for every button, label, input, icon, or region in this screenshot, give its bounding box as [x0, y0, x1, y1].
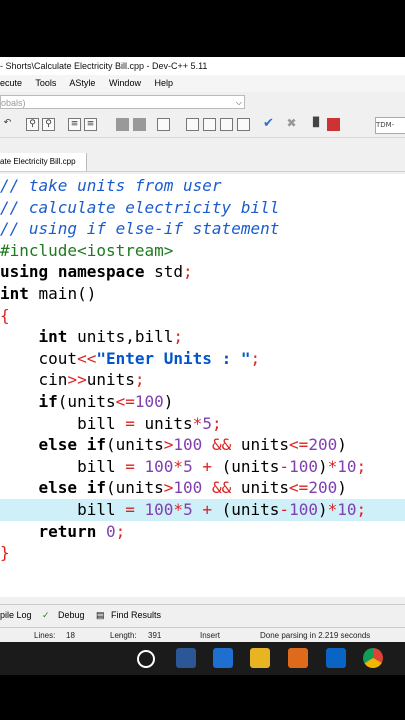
compiler-label: TDM-: [376, 121, 395, 129]
code-line: cin>>units;: [0, 370, 145, 390]
code-line: else if(units>100 && units<=200): [38, 435, 347, 455]
compiler-select[interactable]: TDM-: [375, 117, 405, 134]
code-line: bill = units*5;: [0, 413, 222, 433]
cortana-icon[interactable]: [137, 650, 155, 668]
toolbar: ↶ ⚲ ⚲ ≡ ≡ ✔ ✖ ▉ TDM-: [0, 113, 405, 138]
code-line: if(units<=100): [38, 392, 174, 411]
app-icon[interactable]: [288, 648, 308, 668]
code-line: // calculate electricity bill: [0, 197, 280, 217]
code-line: #include<iostream>: [0, 240, 174, 260]
code-editor[interactable]: // take units from user // calculate ele…: [0, 174, 405, 597]
windows-taskbar: [0, 642, 405, 675]
menu-tools[interactable]: Tools: [35, 78, 56, 88]
debug-check-icon: ✓: [42, 610, 50, 620]
tile-icon[interactable]: [203, 118, 216, 131]
code-line: // take units from user: [0, 176, 222, 195]
scope-combo-value: obals): [1, 98, 26, 108]
code-line: return 0;: [38, 521, 126, 541]
ide-window: - Shorts\Calculate Electricity Bill.cpp …: [0, 57, 405, 675]
indent-icon[interactable]: ≡: [68, 118, 81, 131]
menu-astyle[interactable]: AStyle: [69, 78, 95, 88]
grid-icon[interactable]: [220, 118, 233, 131]
code-line: }: [0, 543, 10, 563]
title-bar: - Shorts\Calculate Electricity Bill.cpp …: [0, 57, 405, 75]
editor-tab-bar: ate Electricity Bill.cpp: [0, 153, 405, 172]
check-icon[interactable]: ✔: [262, 117, 275, 131]
find-results-icon: ▤: [96, 610, 105, 620]
tab-calculate-electricity-bill[interactable]: ate Electricity Bill.cpp: [0, 153, 87, 171]
new-window-icon[interactable]: [186, 118, 199, 131]
code-line-highlighted: bill = 100*5 + (units-100)*10;: [0, 499, 405, 521]
back-icon[interactable]: [116, 118, 129, 131]
compile-log-label: pile Log: [0, 610, 32, 620]
chrome-icon[interactable]: [363, 648, 383, 668]
unindent-icon[interactable]: ≡: [84, 118, 97, 131]
find-icon[interactable]: ⚲: [26, 118, 39, 131]
menu-window[interactable]: Window: [109, 78, 141, 88]
scope-combo[interactable]: obals) ⌵: [0, 95, 245, 109]
code-line: bill = 100*5 + (units-100)*10;: [0, 456, 367, 476]
code-line: int main(): [0, 284, 97, 303]
window-title: - Shorts\Calculate Electricity Bill.cpp …: [0, 61, 208, 71]
code-line: {: [0, 305, 10, 325]
find-results-label: Find Results: [111, 610, 162, 620]
bookmark-icon[interactable]: [157, 118, 170, 131]
chevron-down-icon[interactable]: ⌵: [236, 96, 242, 110]
mail-icon[interactable]: [326, 648, 346, 668]
code-line: // using if else-if statement: [0, 219, 280, 239]
menu-execute[interactable]: ecute: [0, 78, 22, 88]
bottom-panel-tabs: pile Log ✓ Debug ▤ Find Results: [0, 604, 405, 625]
code-line: cout<<"Enter Units : ";: [0, 348, 261, 368]
forward-icon[interactable]: [133, 118, 146, 131]
debug-label: Debug: [58, 610, 85, 620]
profile-icon[interactable]: [327, 118, 340, 131]
tab-label: ate Electricity Bill.cpp: [0, 157, 76, 166]
menu-help[interactable]: Help: [154, 78, 173, 88]
chart-icon[interactable]: ▉: [310, 118, 323, 131]
undo-icon[interactable]: ↶: [1, 118, 14, 131]
close-icon[interactable]: ✖: [285, 117, 298, 131]
replace-icon[interactable]: ⚲: [42, 118, 55, 131]
devcpp-icon[interactable]: [213, 648, 233, 668]
file-explorer-icon[interactable]: [250, 648, 270, 668]
code-line: else if(units>100 && units<=200): [38, 478, 347, 498]
word-icon[interactable]: [176, 648, 196, 668]
code-line: int units,bill;: [38, 327, 184, 347]
code-line: using namespace std;: [0, 262, 193, 282]
menu-bar: ecute Tools AStyle Window Help: [0, 75, 405, 92]
cascade-icon[interactable]: [237, 118, 250, 131]
